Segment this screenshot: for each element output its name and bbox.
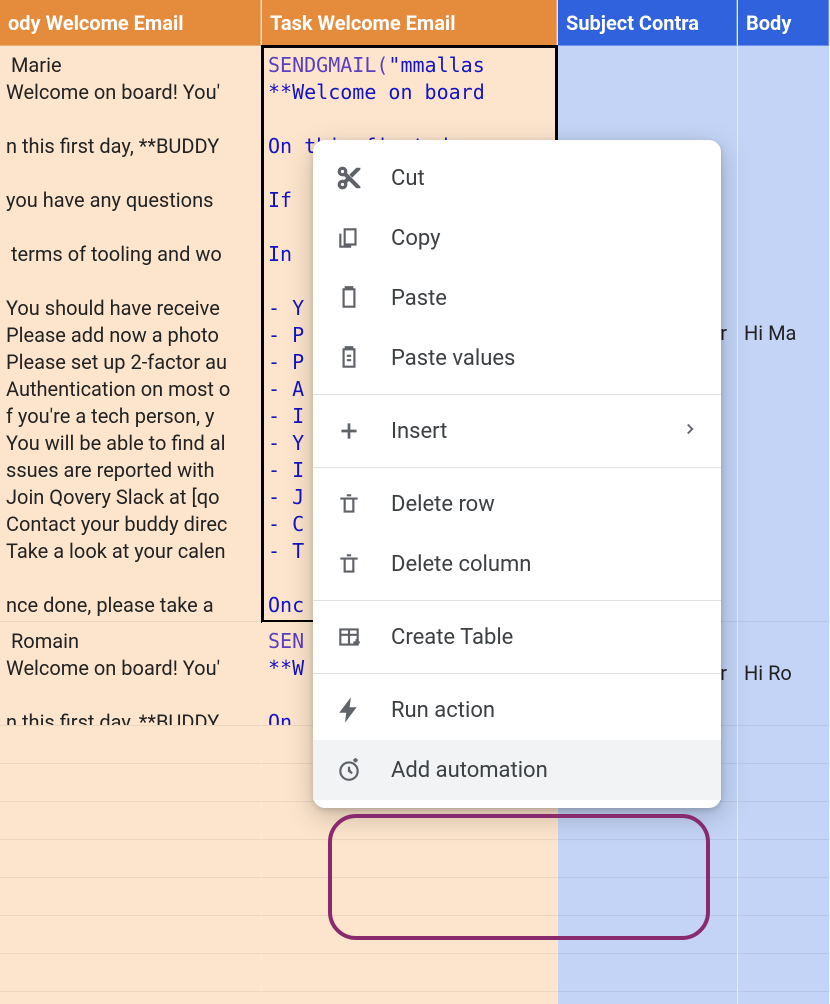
- menu-label: Delete column: [391, 552, 699, 577]
- empty-cells-body-contra: [738, 726, 829, 1004]
- menu-item-paste-values[interactable]: Paste values: [313, 328, 721, 388]
- empty-cell[interactable]: [738, 840, 829, 878]
- copy-icon: [335, 224, 363, 252]
- menu-item-copy[interactable]: Copy: [313, 208, 721, 268]
- menu-item-insert[interactable]: Insert: [313, 401, 721, 461]
- paste-values-icon: [335, 344, 363, 372]
- empty-cell[interactable]: [262, 840, 557, 878]
- clock-plus-icon: [335, 756, 363, 784]
- formula-function: SENDGMAIL(: [268, 53, 388, 77]
- empty-cell[interactable]: [738, 878, 829, 916]
- paste-icon: [335, 284, 363, 312]
- empty-cell[interactable]: [262, 878, 557, 916]
- formula-body: **W On: [268, 656, 304, 726]
- formula-arg: "mmallas: [388, 53, 484, 77]
- menu-divider: [313, 467, 721, 468]
- menu-label: Paste: [391, 286, 699, 311]
- column-body-contra: Body Hi Ma Hi Ro: [738, 0, 830, 1004]
- empty-cell[interactable]: [558, 878, 737, 916]
- menu-item-create-table[interactable]: Create Table: [313, 607, 721, 667]
- menu-label: Create Table: [391, 625, 699, 650]
- table-icon: [335, 623, 363, 651]
- menu-label: Run action: [391, 698, 699, 723]
- cell-body-welcome-row1[interactable]: Marie Welcome on board! You' n this firs…: [0, 46, 261, 622]
- menu-divider: [313, 394, 721, 395]
- menu-label: Copy: [391, 226, 699, 251]
- empty-cell[interactable]: [738, 916, 829, 954]
- empty-cell[interactable]: [0, 840, 261, 878]
- empty-cell[interactable]: [0, 726, 261, 764]
- empty-cell[interactable]: [738, 802, 829, 840]
- menu-label: Delete row: [391, 492, 699, 517]
- empty-cell[interactable]: [0, 764, 261, 802]
- menu-divider: [313, 600, 721, 601]
- menu-divider: [313, 673, 721, 674]
- menu-item-delete-column[interactable]: Delete column: [313, 534, 721, 594]
- empty-cell[interactable]: [738, 764, 829, 802]
- empty-cell[interactable]: [262, 954, 557, 992]
- menu-item-add-automation[interactable]: Add automation: [313, 740, 721, 800]
- column-body-welcome: ody Welcome Email Marie Welcome on board…: [0, 0, 262, 1004]
- empty-cell[interactable]: [0, 916, 261, 954]
- menu-item-cut[interactable]: Cut: [313, 148, 721, 208]
- empty-cells-body-welcome: [0, 726, 261, 1004]
- column-header-task-welcome[interactable]: Task Welcome Email: [262, 0, 557, 46]
- empty-cell[interactable]: [0, 802, 261, 840]
- menu-label: Add automation: [391, 758, 699, 783]
- menu-label: Cut: [391, 166, 699, 191]
- trash-icon: [335, 550, 363, 578]
- menu-item-paste[interactable]: Paste: [313, 268, 721, 328]
- plus-icon: [335, 417, 363, 445]
- empty-cell[interactable]: [558, 954, 737, 992]
- context-menu: Cut Copy Paste Paste values Insert Delet…: [313, 140, 721, 808]
- cell-body-welcome-row2[interactable]: Romain Welcome on board! You' n this fir…: [0, 622, 261, 726]
- menu-item-run-action[interactable]: Run action: [313, 680, 721, 740]
- menu-item-delete-row[interactable]: Delete row: [313, 474, 721, 534]
- empty-cell[interactable]: [558, 840, 737, 878]
- cell-body-contra-row2[interactable]: Hi Ro: [738, 622, 829, 726]
- column-header-body-contra[interactable]: Body: [738, 0, 829, 46]
- menu-label: Insert: [391, 419, 653, 444]
- empty-cell[interactable]: [558, 916, 737, 954]
- menu-label: Paste values: [391, 346, 699, 371]
- trash-icon: [335, 490, 363, 518]
- empty-cell[interactable]: [0, 954, 261, 992]
- empty-cell[interactable]: [262, 916, 557, 954]
- column-header-body-welcome[interactable]: ody Welcome Email: [0, 0, 261, 46]
- bolt-icon: [335, 696, 363, 724]
- cut-icon: [335, 164, 363, 192]
- column-header-subject-contra[interactable]: Subject Contra: [558, 0, 737, 46]
- formula-function: SEN: [268, 629, 304, 653]
- chevron-right-icon: [681, 419, 699, 443]
- empty-cell[interactable]: [738, 726, 829, 764]
- empty-cell[interactable]: [738, 954, 829, 992]
- cell-body-contra-row1[interactable]: Hi Ma: [738, 46, 829, 622]
- empty-cell[interactable]: [0, 878, 261, 916]
